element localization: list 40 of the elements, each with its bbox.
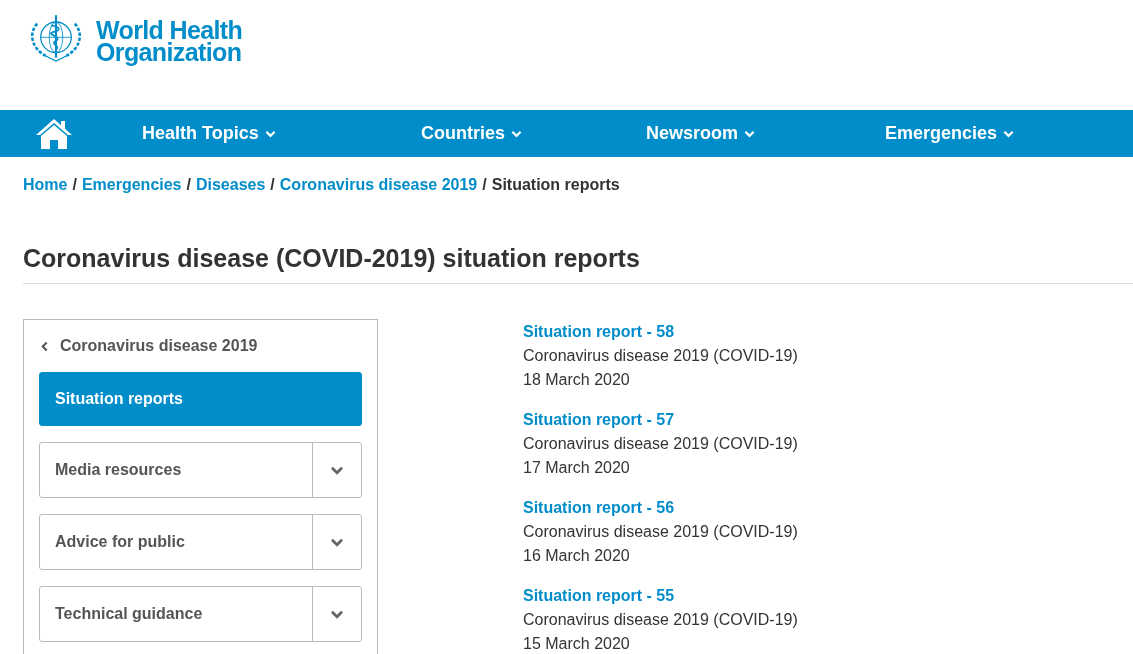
chevron-down-icon [330, 465, 344, 475]
chevron-left-icon [41, 340, 48, 352]
back-link[interactable]: Coronavirus disease 2019 [39, 336, 362, 356]
caret-icon [511, 129, 522, 138]
breadcrumb-separator: / [482, 175, 487, 195]
report-subtitle: Coronavirus disease 2019 (COVID-19) [523, 434, 798, 454]
page-title: Coronavirus disease (COVID-2019) situation reports [23, 243, 641, 273]
report-date: 18 March 2020 [523, 370, 631, 390]
report-subtitle: Coronavirus disease 2019 (COVID-19) [523, 346, 798, 366]
caret-icon [264, 129, 276, 138]
breadcrumb-link[interactable]: Coronavirus disease 2019 [279, 173, 478, 197]
sidebar-item[interactable]: Technical guidance [40, 587, 312, 641]
breadcrumb-link[interactable]: Diseases [195, 173, 266, 197]
report-date: 16 March 2020 [523, 546, 631, 566]
sidebar-item[interactable]: Situation reports [39, 372, 362, 426]
caret-icon [1003, 129, 1015, 138]
report-date: 15 March 2020 [523, 634, 631, 654]
breadcrumb-link[interactable]: Home [23, 173, 68, 197]
sidebar-item[interactable]: Media resources [40, 443, 312, 497]
report-link[interactable]: Situation report - 57 [523, 408, 798, 432]
breadcrumb-link[interactable]: Emergencies [81, 173, 182, 197]
sidebar-item[interactable]: Advice for public [40, 515, 312, 569]
caret-icon [744, 129, 756, 138]
report-link[interactable]: Situation report - 58 [523, 320, 798, 344]
chevron-down-icon [330, 537, 344, 547]
nav-menu-item[interactable]: Countries [421, 120, 522, 147]
nav-menu-item[interactable]: Emergencies [885, 120, 1015, 147]
home-icon[interactable] [35, 117, 73, 150]
report-subtitle: Coronavirus disease 2019 (COVID-19) [523, 610, 798, 630]
report-subtitle: Coronavirus disease 2019 (COVID-19) [523, 522, 798, 542]
chevron-down-icon [330, 609, 344, 619]
report-date: 17 March 2020 [523, 458, 631, 478]
nav-menu-item[interactable]: Newsroom [646, 120, 756, 147]
report-link[interactable]: Situation report - 55 [523, 584, 798, 608]
breadcrumb-separator: / [72, 175, 77, 195]
report-link[interactable]: Situation report - 56 [523, 496, 798, 520]
breadcrumb-separator: / [186, 175, 191, 195]
breadcrumb-separator: / [270, 175, 275, 195]
nav-menu-item[interactable]: Health Topics [142, 120, 276, 147]
breadcrumb-current: Situation reports [491, 175, 620, 195]
